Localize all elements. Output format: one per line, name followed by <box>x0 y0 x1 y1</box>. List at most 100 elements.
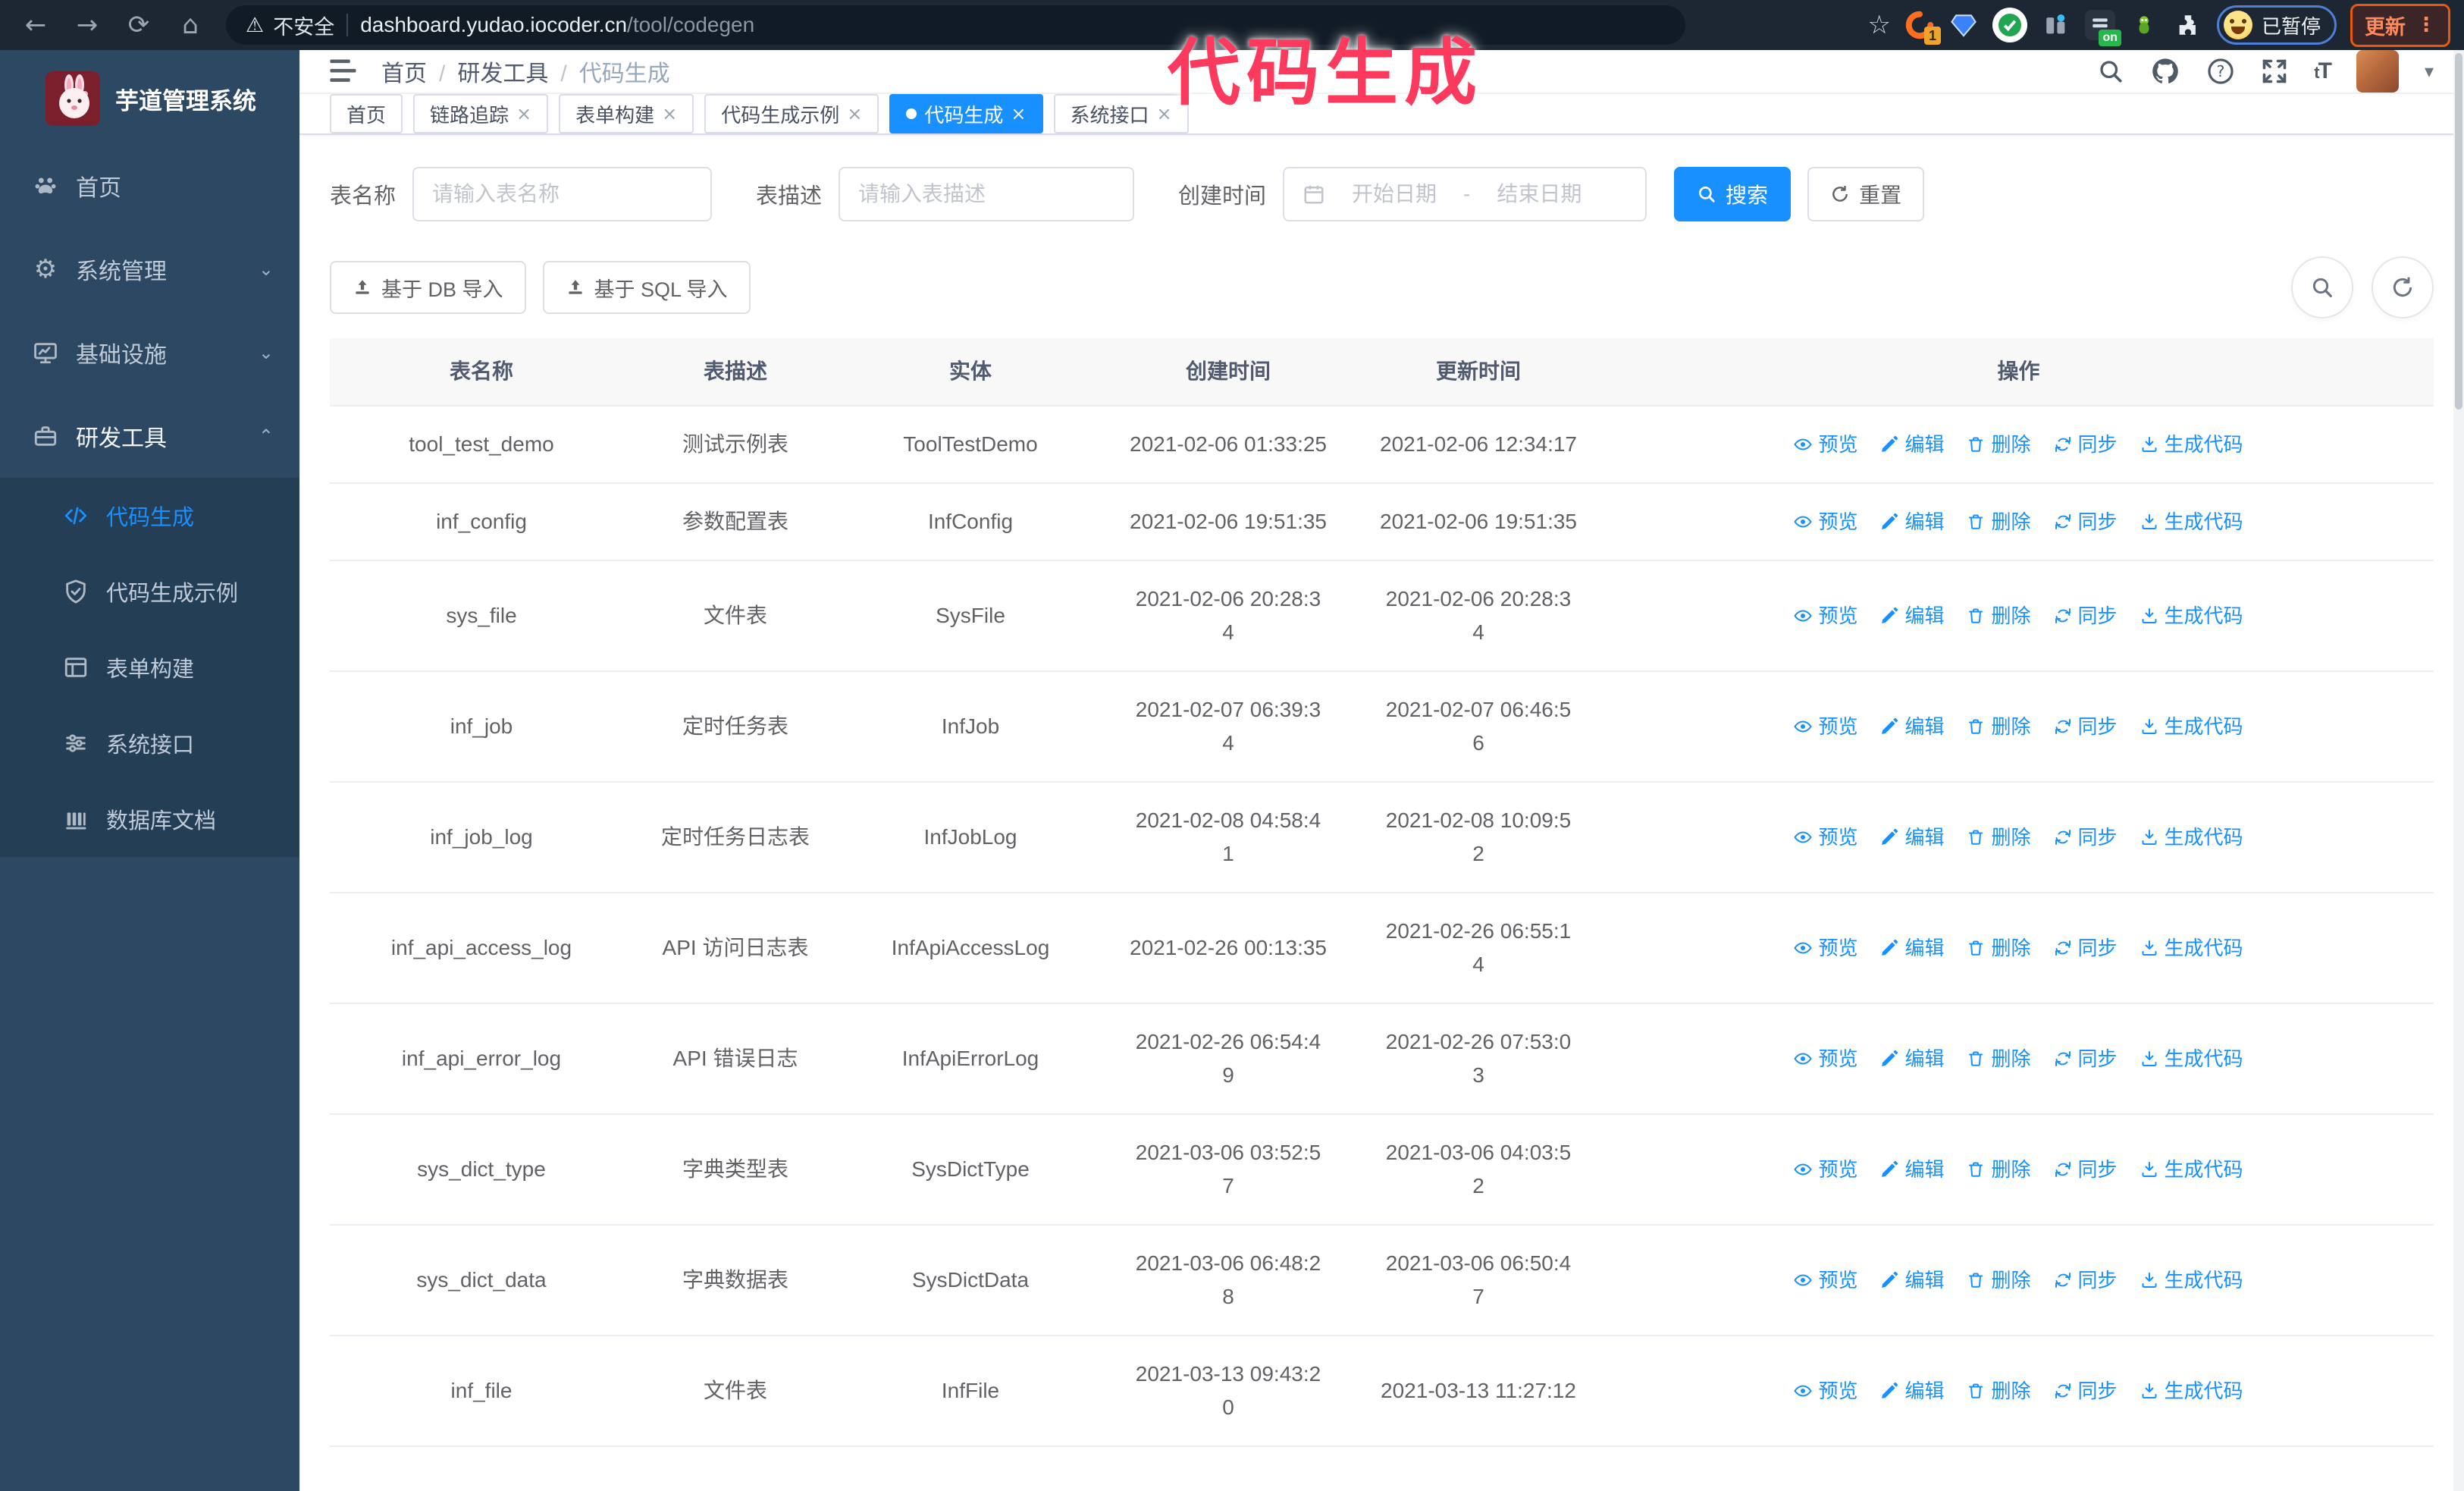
sidebar-subitem-3[interactable]: 系统接口 <box>0 705 299 781</box>
generate-code-link[interactable]: 生成代码 <box>2140 1153 2243 1186</box>
edit-link[interactable]: 编辑 <box>1880 821 1944 854</box>
browser-menu-dots-icon[interactable]: ⋮ <box>2416 14 2436 36</box>
generate-code-link[interactable]: 生成代码 <box>2140 931 2243 965</box>
sync-link[interactable]: 同步 <box>2054 1153 2118 1186</box>
text-size-icon[interactable]: tT <box>2314 58 2332 84</box>
sidebar-subitem-1[interactable]: 代码生成示例 <box>0 554 299 629</box>
sidebar-subitem-4[interactable]: 数据库文档 <box>0 781 299 857</box>
sync-link[interactable]: 同步 <box>2054 599 2118 632</box>
generate-code-link[interactable]: 生成代码 <box>2140 1374 2243 1408</box>
sync-link[interactable]: 同步 <box>2054 1263 2118 1297</box>
preview-link[interactable]: 预览 <box>1794 710 1857 743</box>
extension-icon-green-check[interactable] <box>1992 8 2027 42</box>
breadcrumb-item-1[interactable]: 研发工具 <box>457 55 578 88</box>
user-avatar[interactable] <box>2356 50 2399 93</box>
delete-link[interactable]: 删除 <box>1967 428 2031 461</box>
edit-link[interactable]: 编辑 <box>1880 1153 1944 1186</box>
preview-link[interactable]: 预览 <box>1794 931 1857 965</box>
delete-link[interactable]: 删除 <box>1967 1263 2031 1297</box>
delete-link[interactable]: 删除 <box>1967 821 2031 854</box>
profile-paused-pill[interactable]: 已暂停 <box>2216 5 2337 45</box>
table-desc-input[interactable] <box>858 182 1115 206</box>
browser-update-button[interactable]: 更新 ⋮ <box>2350 3 2450 47</box>
bookmark-star-icon[interactable]: ☆ <box>1868 10 1891 40</box>
edit-link[interactable]: 编辑 <box>1880 1042 1944 1075</box>
close-tab-icon[interactable]: × <box>1011 105 1026 123</box>
generate-code-link[interactable]: 生成代码 <box>2140 428 2243 461</box>
delete-link[interactable]: 删除 <box>1967 710 2031 743</box>
preview-link[interactable]: 预览 <box>1794 1263 1857 1297</box>
sync-link[interactable]: 同步 <box>2054 821 2118 854</box>
sidebar-item-0[interactable]: 首页 <box>0 144 299 228</box>
sync-link[interactable]: 同步 <box>2054 1042 2118 1075</box>
sidebar-logo-row[interactable]: 芋道管理系统 <box>0 50 299 144</box>
generate-code-link[interactable]: 生成代码 <box>2140 1042 2243 1075</box>
breadcrumb-item-0[interactable]: 首页 <box>381 55 457 88</box>
reload-icon[interactable]: ⟳ <box>117 5 161 45</box>
help-icon[interactable]: ? <box>2206 57 2235 86</box>
tab-2[interactable]: 表单构建 × <box>559 94 694 133</box>
edit-link[interactable]: 编辑 <box>1880 931 1944 965</box>
github-icon[interactable] <box>2150 56 2180 86</box>
sidebar-subitem-2[interactable]: 表单构建 <box>0 629 299 705</box>
preview-link[interactable]: 预览 <box>1794 599 1857 632</box>
toggle-search-button[interactable] <box>2291 256 2353 319</box>
search-icon[interactable] <box>2097 58 2124 85</box>
scrollbar-thumb[interactable] <box>2455 53 2462 410</box>
edit-link[interactable]: 编辑 <box>1880 1374 1944 1408</box>
fullscreen-icon[interactable] <box>2261 58 2288 85</box>
sync-link[interactable]: 同步 <box>2054 428 2118 461</box>
user-menu-caret-icon[interactable]: ▾ <box>2425 61 2434 82</box>
sidebar-item-3[interactable]: 研发工具 ⌃ <box>0 394 299 478</box>
forward-icon[interactable]: → <box>65 5 109 45</box>
back-icon[interactable]: ← <box>14 5 58 45</box>
delete-link[interactable]: 删除 <box>1967 1153 2031 1186</box>
preview-link[interactable]: 预览 <box>1794 1042 1857 1075</box>
sync-link[interactable]: 同步 <box>2054 931 2118 965</box>
edit-link[interactable]: 编辑 <box>1880 599 1944 632</box>
refresh-table-button[interactable] <box>2372 256 2434 319</box>
generate-code-link[interactable]: 生成代码 <box>2140 505 2243 538</box>
generate-code-link[interactable]: 生成代码 <box>2140 1263 2243 1297</box>
delete-link[interactable]: 删除 <box>1967 931 2031 965</box>
import-sql-button[interactable]: 基于 SQL 导入 <box>542 261 751 314</box>
table-name-input[interactable] <box>432 182 693 206</box>
start-date-input[interactable] <box>1337 182 1452 206</box>
extension-icon-puzzle[interactable] <box>2173 10 2203 40</box>
close-tab-icon[interactable]: × <box>847 105 862 123</box>
home-icon[interactable]: ⌂ <box>168 5 212 45</box>
tab-3[interactable]: 代码生成示例 × <box>704 94 879 133</box>
preview-link[interactable]: 预览 <box>1794 1374 1857 1408</box>
generate-code-link[interactable]: 生成代码 <box>2140 821 2243 854</box>
sidebar-subitem-0[interactable]: 代码生成 <box>0 478 299 554</box>
search-button[interactable]: 搜索 <box>1674 167 1792 221</box>
preview-link[interactable]: 预览 <box>1794 505 1857 538</box>
security-chip[interactable]: ⚠ 不安全 <box>246 11 334 40</box>
edit-link[interactable]: 编辑 <box>1880 1263 1944 1297</box>
delete-link[interactable]: 删除 <box>1967 505 2031 538</box>
preview-link[interactable]: 预览 <box>1794 428 1857 461</box>
collapse-menu-icon[interactable] <box>330 58 359 84</box>
preview-link[interactable]: 预览 <box>1794 1153 1857 1186</box>
sync-link[interactable]: 同步 <box>2054 710 2118 743</box>
extension-icon-columns[interactable] <box>2041 10 2071 40</box>
date-range-picker[interactable]: - <box>1283 167 1647 221</box>
close-tab-icon[interactable]: × <box>662 105 677 123</box>
import-db-button[interactable]: 基于 DB 导入 <box>330 261 526 314</box>
preview-link[interactable]: 预览 <box>1794 821 1857 854</box>
sync-link[interactable]: 同步 <box>2054 505 2118 538</box>
tab-1[interactable]: 链路追踪 × <box>413 94 549 133</box>
reset-button[interactable]: 重置 <box>1807 167 1925 221</box>
extension-icon-gem[interactable] <box>1948 10 1979 40</box>
delete-link[interactable]: 删除 <box>1967 1374 2031 1408</box>
sidebar-item-2[interactable]: 基础设施 ⌄ <box>0 311 299 394</box>
close-tab-icon[interactable]: × <box>516 105 531 123</box>
delete-link[interactable]: 删除 <box>1967 599 2031 632</box>
tab-4[interactable]: 代码生成 × <box>889 94 1043 133</box>
extension-icon-on[interactable]: on <box>2084 10 2121 46</box>
extension-icon-bug[interactable] <box>2129 10 2159 40</box>
edit-link[interactable]: 编辑 <box>1880 710 1944 743</box>
delete-link[interactable]: 删除 <box>1967 1042 2031 1075</box>
edit-link[interactable]: 编辑 <box>1880 428 1944 461</box>
sidebar-item-1[interactable]: ⚙ 系统管理 ⌄ <box>0 228 299 311</box>
